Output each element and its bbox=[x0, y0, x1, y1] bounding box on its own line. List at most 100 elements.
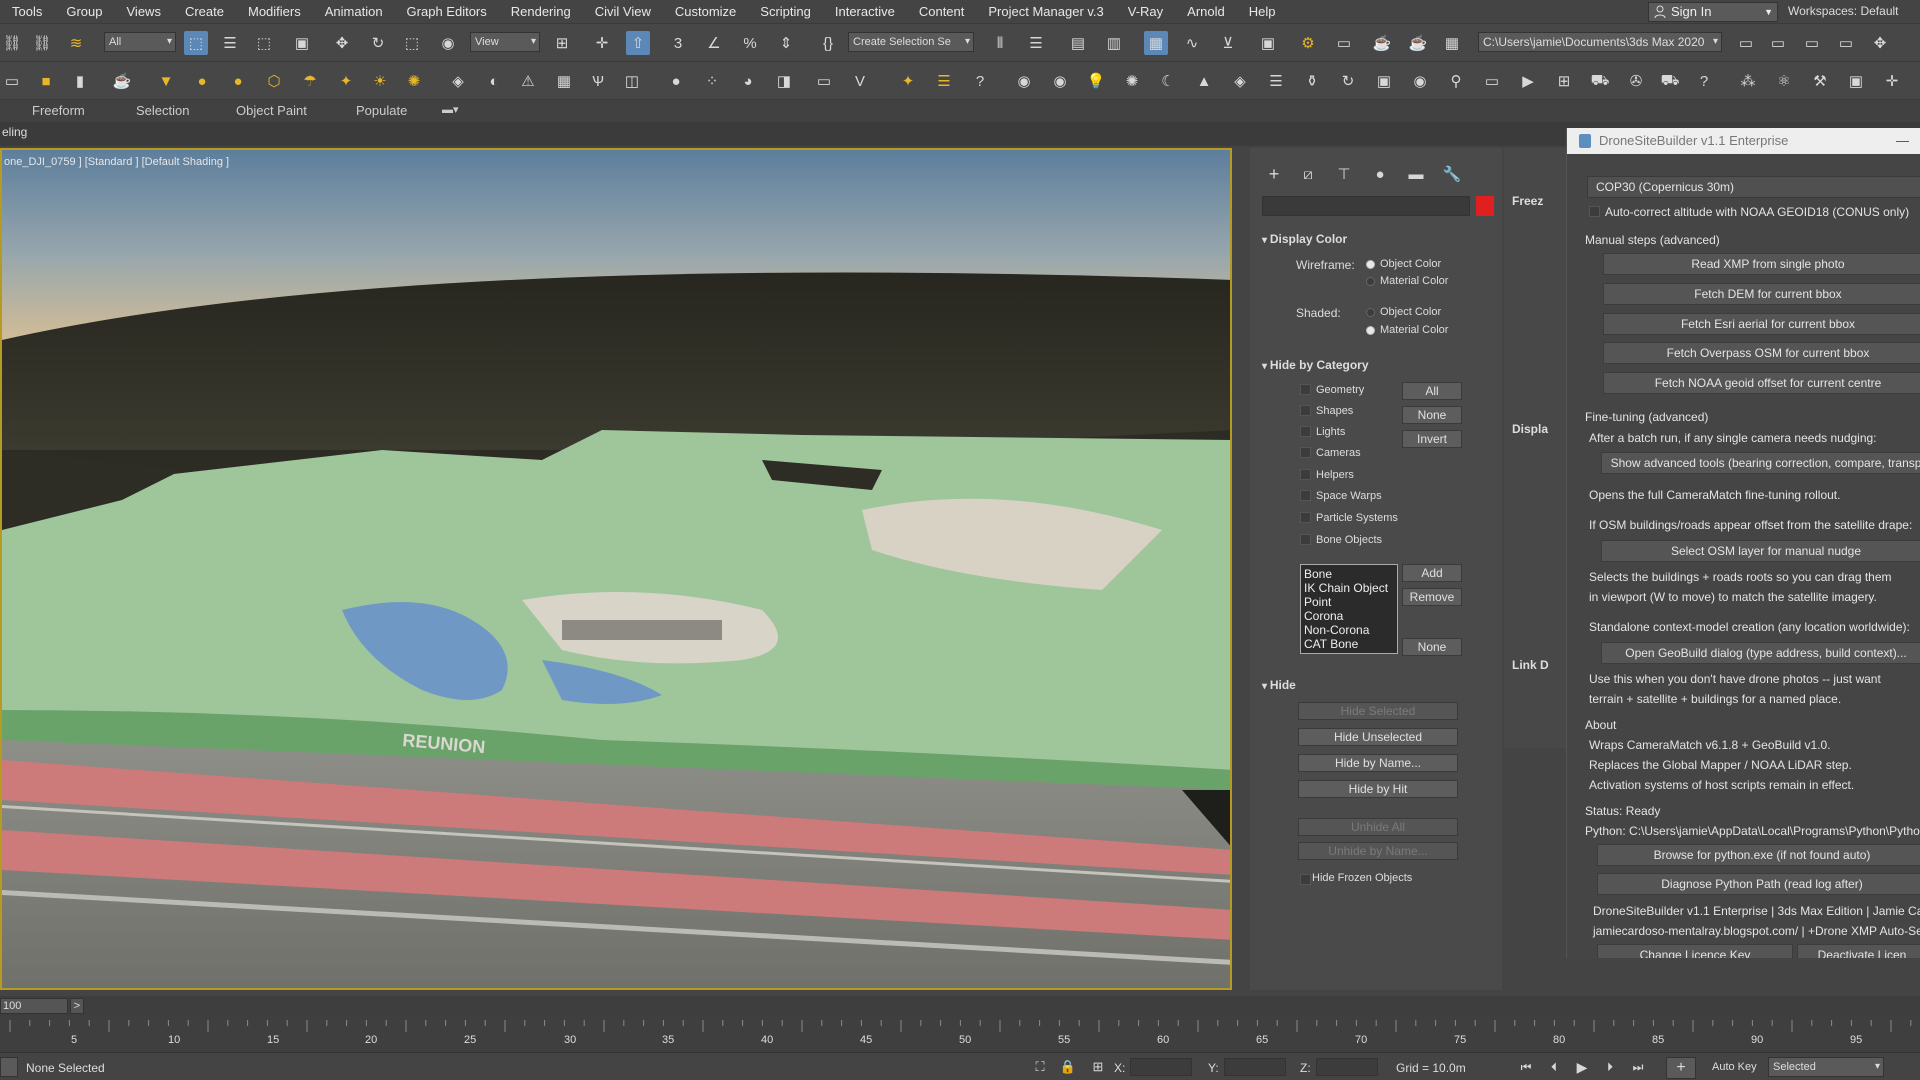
cylinder-icon[interactable]: ▮ bbox=[68, 69, 92, 93]
sun-light-icon[interactable]: ✺ bbox=[1120, 69, 1144, 93]
read-xmp-button[interactable]: Read XMP from single photo bbox=[1603, 253, 1920, 275]
material-sphere-icon[interactable]: ◐ bbox=[482, 69, 506, 93]
particles-icon[interactable]: ⁘ bbox=[700, 69, 724, 93]
menu-views[interactable]: Views bbox=[115, 0, 173, 24]
car-icon[interactable]: ⛟ bbox=[1588, 69, 1612, 93]
vray-light-icon[interactable]: ◨ bbox=[772, 69, 796, 93]
network-icon[interactable]: ⁂ bbox=[1736, 69, 1760, 93]
project-save-icon[interactable]: ▭ bbox=[1800, 31, 1824, 55]
ribbon-tab-freeform[interactable]: Freeform bbox=[32, 103, 85, 118]
spinner-snap-icon[interactable]: ⇕ bbox=[774, 31, 798, 55]
frame-counter[interactable]: 100 bbox=[0, 998, 68, 1014]
eye-icon[interactable]: ◉ bbox=[1408, 69, 1432, 93]
menu-content[interactable]: Content bbox=[907, 0, 977, 24]
space-warps-checkbox[interactable] bbox=[1300, 490, 1311, 501]
question-icon[interactable]: ? bbox=[1692, 69, 1716, 93]
create-tab-icon[interactable]: + bbox=[1262, 162, 1286, 186]
named-selection-dropdown[interactable]: Create Selection Se bbox=[848, 32, 974, 52]
project-folder-icon[interactable]: ▭ bbox=[1734, 31, 1758, 55]
modify-tab-icon[interactable]: ⧄ bbox=[1296, 162, 1320, 186]
hide-unselected-button[interactable]: Hide Unselected bbox=[1298, 728, 1458, 746]
menu-rendering[interactable]: Rendering bbox=[499, 0, 583, 24]
viewport[interactable]: REUNION one_DJI_0759 ] [Standard ] [Defa… bbox=[0, 148, 1232, 990]
object-name-field[interactable] bbox=[1262, 196, 1470, 216]
ribbon-tab-object-paint[interactable]: Object Paint bbox=[236, 103, 307, 118]
select-manipulate-icon[interactable]: ✛ bbox=[590, 31, 614, 55]
project-path-dropdown[interactable]: C:\Users\jamie\Documents\3ds Max 2020 bbox=[1478, 32, 1722, 52]
category-invert-button[interactable]: Invert bbox=[1402, 430, 1462, 448]
freeze-header[interactable]: Freez bbox=[1512, 194, 1543, 208]
geometry-checkbox[interactable] bbox=[1300, 384, 1311, 395]
cart-icon[interactable]: ⛟ bbox=[1658, 69, 1682, 93]
material-editor-icon[interactable]: ▣ bbox=[1256, 31, 1280, 55]
bind-spacewarp-icon[interactable]: ≋ bbox=[64, 31, 88, 55]
selection-filter-dropdown[interactable]: All bbox=[104, 32, 176, 52]
edit-named-selection-icon[interactable]: {} bbox=[816, 31, 840, 55]
viewport-label[interactable]: one_DJI_0759 ] [Standard ] [Default Shad… bbox=[4, 156, 229, 168]
render-icon[interactable]: ▣ bbox=[1844, 69, 1868, 93]
z-coordinate-field[interactable] bbox=[1316, 1058, 1378, 1076]
menu-scripting[interactable]: Scripting bbox=[748, 0, 823, 24]
select-osm-layer-button[interactable]: Select OSM layer for manual nudge bbox=[1601, 540, 1920, 562]
object-color-swatch[interactable] bbox=[1476, 196, 1494, 216]
diagnose-python-button[interactable]: Diagnose Python Path (read log after) bbox=[1597, 873, 1920, 895]
snaps-toggle-icon[interactable]: 3 bbox=[666, 31, 690, 55]
menu-customize[interactable]: Customize bbox=[663, 0, 748, 24]
fetch-geoid-button[interactable]: Fetch NOAA geoid offset for current cent… bbox=[1603, 372, 1920, 394]
rectangular-selection-icon[interactable]: ⬚ bbox=[252, 31, 276, 55]
light-icon[interactable]: ✦ bbox=[334, 69, 358, 93]
menu-help[interactable]: Help bbox=[1237, 0, 1288, 24]
render-iterative-icon[interactable]: ☕ bbox=[1406, 31, 1430, 55]
category-add-button[interactable]: Add bbox=[1402, 564, 1462, 582]
shaded-object-color-radio[interactable] bbox=[1366, 308, 1375, 317]
placement-icon[interactable]: ◉ bbox=[436, 31, 460, 55]
x-coordinate-field[interactable] bbox=[1130, 1058, 1192, 1076]
move-icon[interactable]: ✥ bbox=[330, 31, 354, 55]
percent-snap-icon[interactable]: % bbox=[738, 31, 762, 55]
vray-frame-icon[interactable]: ▭ bbox=[812, 69, 836, 93]
frame-icon[interactable]: ▣ bbox=[1372, 69, 1396, 93]
list-item[interactable]: Non-Corona bbox=[1304, 623, 1394, 637]
sphere-icon[interactable]: ● bbox=[226, 69, 250, 93]
ribbon-tab-populate[interactable]: Populate bbox=[356, 103, 407, 118]
y-coordinate-field[interactable] bbox=[1224, 1058, 1286, 1076]
bulb-icon[interactable]: 💡 bbox=[1084, 69, 1108, 93]
link-display-header[interactable]: Link D bbox=[1512, 658, 1549, 672]
key-filter-dropdown[interactable]: Selected bbox=[1768, 1057, 1884, 1077]
list-item[interactable]: Bone bbox=[1304, 567, 1394, 581]
environment-icon[interactable]: ✦ bbox=[896, 69, 920, 93]
menu-interactive[interactable]: Interactive bbox=[823, 0, 907, 24]
sunburst-icon[interactable]: ✺ bbox=[402, 69, 426, 93]
menu-graph-editors[interactable]: Graph Editors bbox=[395, 0, 499, 24]
change-licence-key-button[interactable]: Change Licence Key bbox=[1597, 944, 1793, 958]
goto-start-icon[interactable]: ⏮ bbox=[1514, 1055, 1538, 1079]
hide-by-hit-button[interactable]: Hide by Hit bbox=[1298, 780, 1458, 798]
list-icon[interactable]: ☰ bbox=[932, 69, 956, 93]
angle-snap-icon[interactable]: ∠ bbox=[702, 31, 726, 55]
time-slider[interactable]: 100 > bbox=[0, 996, 1920, 1016]
category-list-none-button[interactable]: None bbox=[1402, 638, 1462, 656]
project-new-icon[interactable]: ▭ bbox=[1766, 31, 1790, 55]
dome-icon[interactable]: ● bbox=[190, 69, 214, 93]
category-none-button[interactable]: None bbox=[1402, 406, 1462, 424]
camera-icon-1[interactable]: ◉ bbox=[1012, 69, 1036, 93]
mesh-icon[interactable]: ⚠ bbox=[516, 69, 540, 93]
geosphere-icon[interactable]: ⬡ bbox=[262, 69, 286, 93]
sign-in-dropdown[interactable]: Sign In ▼ bbox=[1648, 2, 1778, 22]
wireframe-material-color-radio[interactable] bbox=[1366, 277, 1375, 286]
hide-by-name-button[interactable]: Hide by Name... bbox=[1298, 754, 1458, 772]
category-all-button[interactable]: All bbox=[1402, 382, 1462, 400]
category-list[interactable]: Bone IK Chain Object Point Corona Non-Co… bbox=[1300, 564, 1398, 654]
fur-icon[interactable]: Ѱ bbox=[586, 69, 610, 93]
project-open-icon[interactable]: ▭ bbox=[1834, 31, 1858, 55]
unlink-icon[interactable]: ⛓ bbox=[30, 31, 54, 55]
grid-object-icon[interactable]: ▦ bbox=[552, 69, 576, 93]
expand-icon[interactable]: ✛ bbox=[1880, 69, 1904, 93]
gray-sphere-icon[interactable]: ● bbox=[664, 69, 688, 93]
auto-key-button[interactable]: Auto Key bbox=[1712, 1061, 1757, 1073]
select-by-name-icon[interactable]: ☰ bbox=[218, 31, 242, 55]
deactivate-licence-button[interactable]: Deactivate Licen bbox=[1797, 944, 1920, 958]
tools-icon[interactable]: ⚒ bbox=[1808, 69, 1832, 93]
hide-header[interactable]: Hide bbox=[1262, 678, 1296, 692]
curve-editor-icon[interactable]: ∿ bbox=[1180, 31, 1204, 55]
